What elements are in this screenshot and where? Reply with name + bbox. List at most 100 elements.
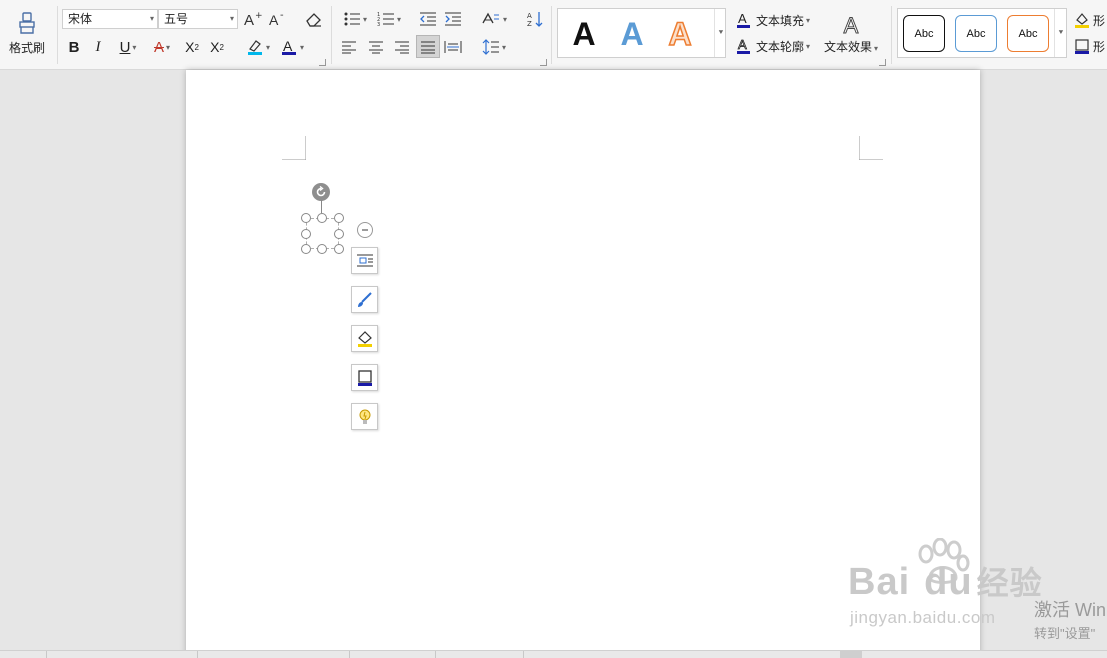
bold-button[interactable]: B — [64, 36, 84, 58]
resize-handle[interactable] — [301, 213, 311, 223]
shape-style-gallery-more[interactable]: ⯆ — [1054, 9, 1067, 57]
layout-options-button[interactable] — [351, 247, 378, 274]
chevron-down-icon: ▾ — [874, 43, 879, 53]
highlight-button[interactable]: ▾ — [243, 36, 273, 58]
text-fill-button[interactable]: A 文本填充 ▾ — [736, 9, 816, 31]
font-size-select[interactable]: 五号 ▾ — [158, 9, 238, 29]
sort-icon: AZ — [527, 12, 543, 28]
justify-button[interactable] — [416, 35, 440, 58]
align-center-icon — [369, 41, 383, 54]
text-effect-button[interactable]: A 文本效果 ▾ — [820, 8, 882, 58]
watermark-brand-row: Bai du 经验 — [848, 558, 1043, 604]
shape-style-blue[interactable]: Abc — [955, 15, 997, 52]
brush-icon — [357, 291, 372, 307]
highlighter-icon — [247, 40, 262, 55]
activate-windows-title: 激活 Win — [1034, 600, 1106, 620]
align-left-button[interactable] — [338, 36, 360, 58]
collapse-float-toolbar-button[interactable] — [357, 222, 373, 238]
clear-format-button[interactable] — [302, 8, 326, 30]
superscript-button[interactable]: X2 — [181, 36, 203, 58]
decrease-indent-icon — [420, 12, 436, 26]
svg-text:Z: Z — [527, 20, 532, 28]
strikethrough-button[interactable]: A ▾ — [147, 36, 177, 58]
outline-icon — [357, 369, 372, 386]
chevron-down-icon: ▾ — [501, 42, 506, 52]
line-spacing-button[interactable]: ▾ — [478, 36, 510, 58]
shape-fill-float-button[interactable] — [351, 325, 378, 352]
chinese-layout-button[interactable]: ▾ — [478, 8, 510, 30]
wordart-black-icon: A — [572, 16, 595, 50]
fill-bucket-icon — [357, 330, 372, 347]
svg-text:A: A — [738, 11, 747, 26]
chevron-down-icon: ▾ — [502, 14, 507, 24]
resize-handle[interactable] — [317, 244, 327, 254]
smart-tips-float-button[interactable] — [351, 403, 378, 430]
shape-style-sample: Abc — [914, 27, 934, 40]
wordart-style-black[interactable]: A — [566, 13, 602, 53]
chevron-down-icon: ▾ — [132, 42, 137, 52]
crop-mark-top-left — [282, 136, 306, 160]
text-effect-label: 文本效果 — [823, 39, 872, 54]
text-dialog-launcher[interactable] — [879, 59, 886, 66]
wordart-style-orange-outline[interactable]: A — [662, 13, 698, 53]
text-outline-icon: A — [737, 37, 750, 54]
resize-handle[interactable] — [334, 213, 344, 223]
shape-outline-icon — [1075, 39, 1089, 54]
wordart-orange-icon: A — [668, 16, 693, 50]
subscript-icon: 2 — [219, 42, 224, 52]
resize-handle[interactable] — [334, 244, 344, 254]
underline-button[interactable]: U ▾ — [112, 36, 144, 58]
shrink-font-button[interactable]: A- — [267, 8, 289, 30]
resize-handle[interactable] — [301, 244, 311, 254]
chevron-down-icon: ▾ — [806, 41, 811, 51]
activate-windows-subtitle: 转到"设置" — [1034, 626, 1096, 641]
text-outline-button[interactable]: A 文本轮廓 ▾ — [736, 35, 816, 57]
crop-mark-top-right — [859, 136, 883, 160]
font-name-select[interactable]: 宋体 ▾ — [62, 9, 158, 29]
shape-outline-float-button[interactable] — [351, 364, 378, 391]
align-right-button[interactable] — [391, 36, 413, 58]
shape-style-black[interactable]: Abc — [903, 15, 945, 52]
shape-fill-label: 形 — [1093, 13, 1106, 28]
align-center-button[interactable] — [365, 36, 387, 58]
eraser-icon — [306, 13, 321, 27]
baidu-watermark: Bai du 经验 jingyan.baidu.com — [848, 538, 1048, 633]
divider — [57, 6, 58, 64]
distributed-align-button[interactable] — [442, 36, 464, 58]
text-effect-icon: A — [843, 12, 859, 36]
resize-handle[interactable] — [301, 229, 311, 239]
shape-style-orange[interactable]: Abc — [1007, 15, 1049, 52]
watermark-brand: Bai — [848, 561, 911, 603]
align-right-icon — [395, 41, 409, 54]
rotate-handle[interactable] — [312, 183, 330, 201]
underline-icon: U — [119, 38, 131, 56]
sort-button[interactable]: AZ — [524, 8, 546, 30]
chevron-down-icon: ▾ — [299, 42, 304, 52]
rotate-handle-stem — [321, 200, 322, 213]
grow-font-button[interactable]: A + — [242, 8, 264, 30]
paragraph-dialog-launcher[interactable] — [540, 59, 547, 66]
numbering-button[interactable]: 123 ▾ — [374, 8, 404, 30]
shape-outline-button[interactable]: 形 — [1074, 35, 1107, 57]
divider — [891, 6, 892, 64]
text-fill-label: 文本填充 — [756, 13, 805, 28]
font-color-button[interactable]: A ▾ — [277, 36, 307, 58]
resize-handle[interactable] — [334, 229, 344, 239]
font-dialog-launcher[interactable] — [319, 59, 326, 66]
italic-button[interactable]: I — [88, 36, 108, 58]
watermark-url: jingyan.baidu.com — [850, 608, 996, 627]
shape-fill-button[interactable]: 形 — [1074, 9, 1107, 31]
subscript-button[interactable]: X2 — [206, 36, 228, 58]
font-color-icon: A — [281, 38, 296, 55]
decrease-indent-button[interactable] — [417, 8, 439, 30]
shape-style-float-button[interactable] — [351, 286, 378, 313]
wordart-style-blue[interactable]: A — [614, 13, 650, 53]
wordart-gallery-more[interactable]: ⯆ — [714, 9, 727, 57]
line-spacing-icon — [482, 39, 499, 55]
format-painter-button[interactable]: 格式刷 — [4, 8, 50, 58]
minus-icon — [362, 229, 368, 231]
align-left-icon — [342, 41, 356, 54]
bullets-button[interactable]: ▾ — [340, 8, 370, 30]
increase-indent-button[interactable] — [442, 8, 464, 30]
resize-handle[interactable] — [317, 213, 327, 223]
